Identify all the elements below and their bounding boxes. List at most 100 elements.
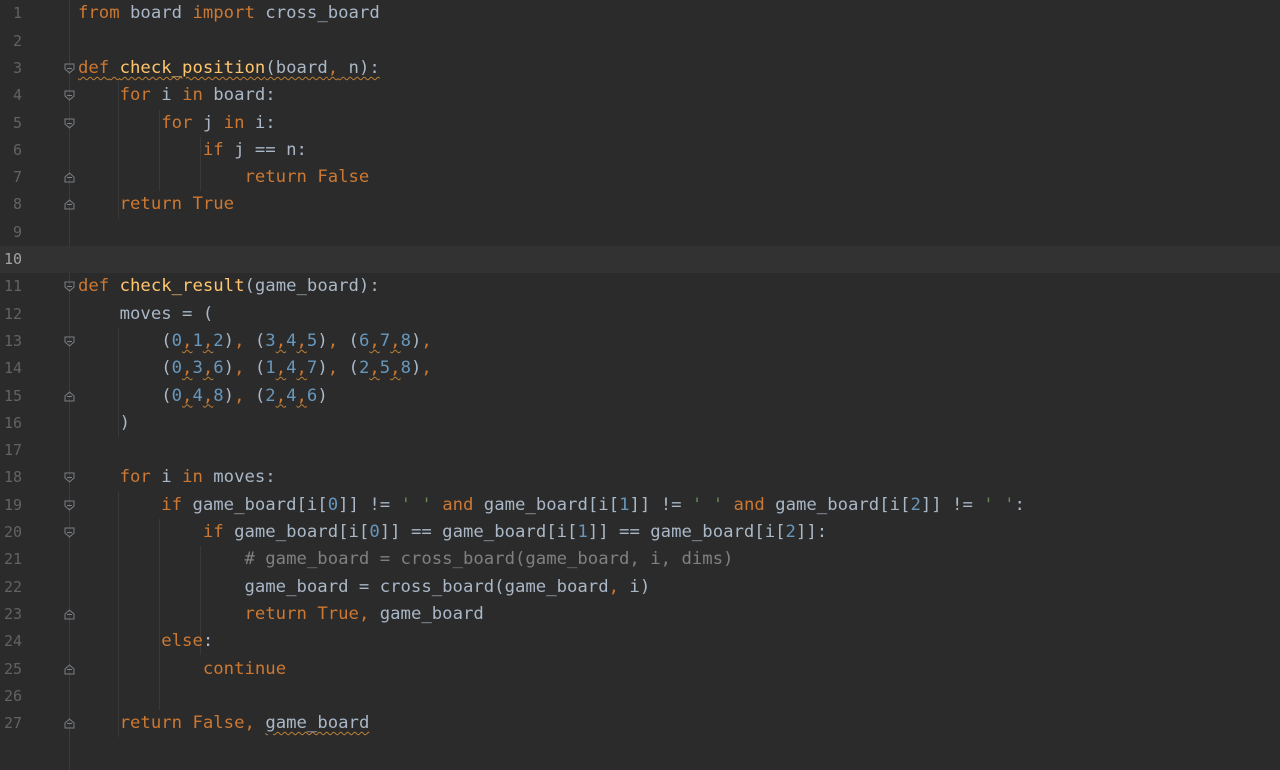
code-token: and: [442, 494, 474, 515]
code-line[interactable]: 18 for i in moves:: [0, 464, 1280, 491]
code-text[interactable]: return False: [78, 164, 369, 191]
code-token: check_result: [119, 276, 245, 297]
line-number: 12: [3, 304, 22, 323]
code-token: (: [244, 385, 266, 406]
code-text[interactable]: # game_board = cross_board(game_board, i…: [78, 546, 733, 573]
code-token: board:: [202, 85, 276, 106]
code-token: 5: [306, 330, 318, 351]
code-token: ,: [358, 603, 370, 624]
code-text[interactable]: continue: [78, 656, 286, 683]
code-text[interactable]: for i in moves:: [78, 464, 276, 491]
line-number: 10: [3, 250, 22, 268]
code-text[interactable]: return True: [78, 191, 234, 218]
code-line[interactable]: 9: [0, 219, 1280, 246]
code-text[interactable]: for i in board:: [78, 82, 276, 109]
code-text[interactable]: def check_result(game_board):: [78, 273, 380, 300]
code-token: ,: [327, 330, 339, 351]
code-line[interactable]: 15 (0,4,8), (2,4,6): [0, 383, 1280, 410]
code-token: (: [78, 385, 172, 406]
code-token: 3: [192, 358, 203, 379]
code-text[interactable]: from board import cross_board: [78, 0, 380, 27]
code-token: :: [1014, 494, 1025, 515]
code-token: 6: [358, 330, 370, 351]
code-text[interactable]: (0,4,8), (2,4,6): [78, 383, 328, 410]
code-line[interactable]: 8 return True: [0, 191, 1280, 218]
code-line[interactable]: 16 ): [0, 410, 1280, 437]
code-line[interactable]: 14 (0,3,6), (1,4,7), (2,5,8),: [0, 355, 1280, 382]
code-line[interactable]: 7 return False: [0, 164, 1280, 191]
code-text[interactable]: ): [78, 410, 130, 437]
code-text[interactable]: else:: [78, 628, 213, 655]
code-token: ): [223, 330, 235, 351]
code-token: (: [338, 358, 359, 379]
fold-close-icon[interactable]: [64, 718, 75, 729]
code-token: if: [202, 139, 224, 160]
code-token: 1: [619, 494, 630, 515]
code-line[interactable]: 19 if game_board[i[0]] != ' ' and game_b…: [0, 492, 1280, 519]
code-token: 2: [785, 522, 796, 542]
code-line[interactable]: 2: [0, 28, 1280, 55]
code-token: n):: [338, 57, 380, 78]
code-text[interactable]: (0,3,6), (1,4,7), (2,5,8),: [78, 355, 432, 382]
fold-open-icon[interactable]: [64, 527, 75, 538]
code-line[interactable]: 1 from board import cross_board: [0, 0, 1280, 27]
code-token: 2: [213, 330, 224, 351]
fold-open-icon[interactable]: [64, 472, 75, 484]
code-line[interactable]: 12 moves = (: [0, 301, 1280, 328]
code-text[interactable]: if game_board[i[0]] != ' ' and game_boar…: [78, 492, 1025, 519]
code-line[interactable]: 20 if game_board[i[0]] == game_board[i[1…: [0, 519, 1280, 546]
fold-open-icon[interactable]: [64, 281, 75, 292]
code-token: (: [338, 330, 359, 351]
fold-open-icon[interactable]: [64, 336, 75, 347]
fold-close-icon[interactable]: [64, 199, 75, 210]
code-editor[interactable]: 1 from board import cross_board 2 3 def chec…: [0, 0, 1280, 770]
code-text[interactable]: moves = (: [78, 301, 214, 328]
code-text[interactable]: return True, game_board: [78, 601, 483, 628]
code-token: ,: [421, 358, 432, 379]
fold-close-icon[interactable]: [64, 663, 75, 675]
code-line[interactable]: 25 continue: [0, 656, 1280, 683]
code-line[interactable]: 17: [0, 437, 1280, 464]
code-line[interactable]: 13 (0,1,2), (3,4,5), (6,7,8),: [0, 328, 1280, 355]
code-text[interactable]: (0,1,2), (3,4,5), (6,7,8),: [78, 328, 432, 355]
code-token: ): [410, 358, 422, 379]
code-line[interactable]: 6 if j == n:: [0, 137, 1280, 164]
code-line[interactable]: 11 def check_result(game_board):: [0, 273, 1280, 300]
code-line[interactable]: 27 return False, game_board: [0, 710, 1280, 737]
code-token: j: [192, 112, 224, 133]
code-line[interactable]: 5 for j in i:: [0, 110, 1280, 137]
code-text[interactable]: if game_board[i[0]] == game_board[i[1]] …: [78, 519, 827, 546]
code-line[interactable]: 4 for i in board:: [0, 82, 1280, 109]
code-line[interactable]: 21 # game_board = cross_board(game_board…: [0, 546, 1280, 573]
fold-open-icon[interactable]: [64, 63, 75, 74]
fold-close-icon[interactable]: [64, 609, 75, 620]
code-text[interactable]: return False, game_board: [78, 710, 370, 737]
code-token: in: [182, 467, 203, 488]
code-text[interactable]: def check_position(board, n):: [78, 55, 380, 82]
code-token: 6: [306, 385, 318, 406]
code-token: (: [78, 330, 172, 351]
code-line[interactable]: 10: [0, 246, 1280, 274]
code-line[interactable]: 3 def check_position(board, n):: [0, 55, 1280, 82]
code-token: True: [317, 603, 359, 624]
line-number: 8: [12, 195, 22, 214]
fold-close-icon[interactable]: [64, 172, 75, 183]
fold-open-icon[interactable]: [64, 118, 75, 129]
code-token: check_position: [119, 57, 266, 78]
fold-close-icon[interactable]: [64, 390, 75, 402]
code-line[interactable]: 24 else:: [0, 628, 1280, 655]
code-line[interactable]: 23 return True, game_board: [0, 601, 1280, 628]
code-token: 2: [910, 494, 921, 515]
code-text[interactable]: for j in i:: [78, 110, 275, 137]
code-line[interactable]: 22 game_board = cross_board(game_board, …: [0, 574, 1280, 601]
code-text[interactable]: if j == n:: [78, 137, 307, 164]
code-token: True: [192, 194, 235, 215]
fold-open-icon[interactable]: [64, 90, 75, 101]
fold-open-icon[interactable]: [64, 500, 75, 511]
code-line[interactable]: 26: [0, 683, 1280, 710]
code-token: 1: [265, 358, 276, 379]
code-text[interactable]: game_board = cross_board(game_board, i): [78, 574, 650, 601]
code-token: game_board: [265, 713, 370, 734]
